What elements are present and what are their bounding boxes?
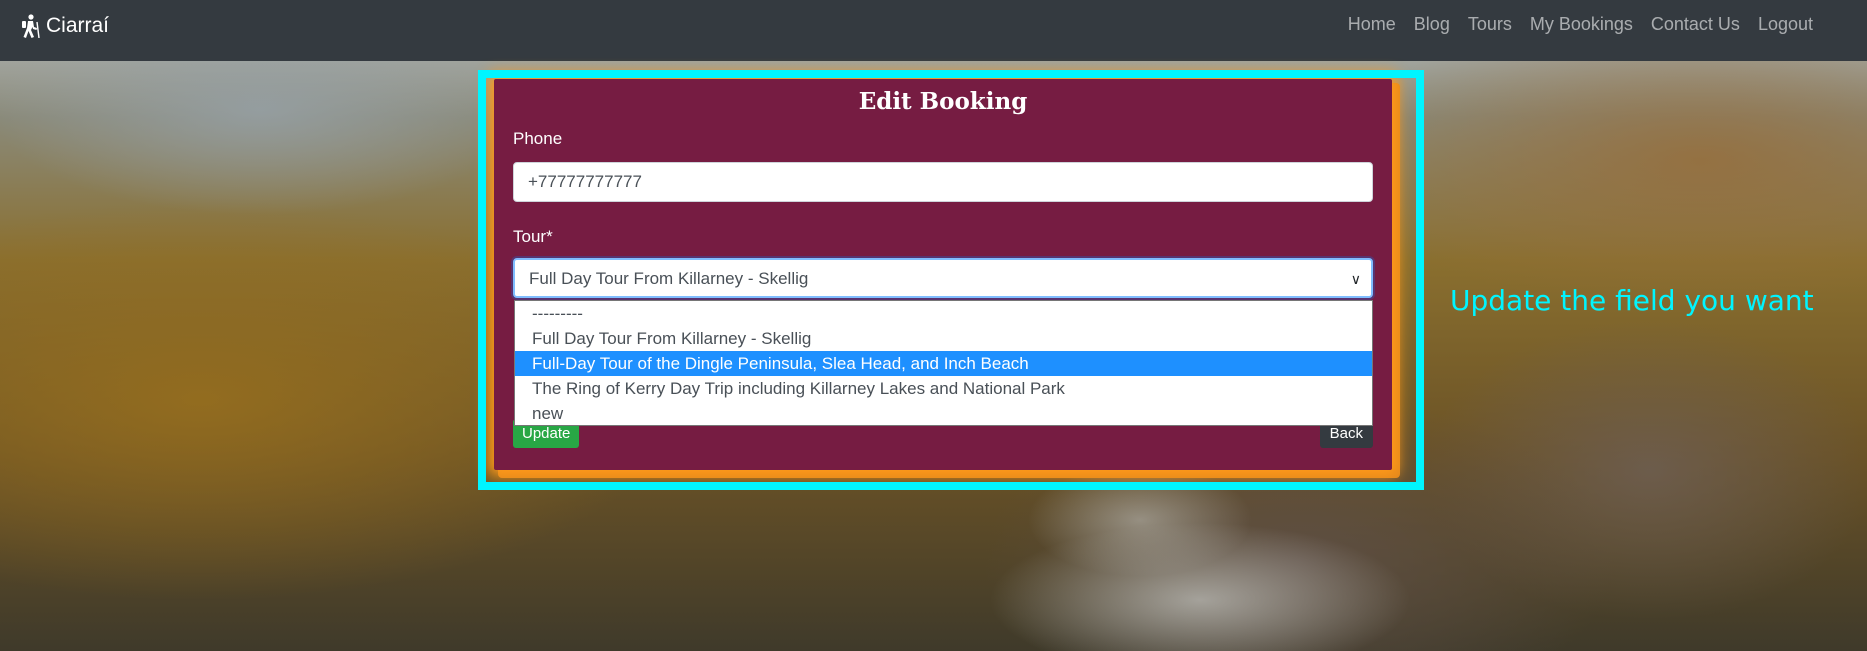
brand-text: Ciarraí xyxy=(46,14,110,37)
annotation-text: Update the field you want xyxy=(1450,284,1814,317)
nav-blog[interactable]: Blog xyxy=(1414,14,1450,35)
highlight-frame xyxy=(478,70,1424,490)
brand-link[interactable]: Ciarraí xyxy=(20,12,109,40)
navbar: Ciarraí Home Blog Tours My Bookings Cont… xyxy=(0,0,1867,61)
nav-tours[interactable]: Tours xyxy=(1468,14,1512,35)
hiking-icon xyxy=(22,14,40,38)
nav-home[interactable]: Home xyxy=(1348,14,1396,35)
nav-links: Home Blog Tours My Bookings Contact Us L… xyxy=(1348,14,1813,35)
nav-logout[interactable]: Logout xyxy=(1758,14,1813,35)
nav-contact-us[interactable]: Contact Us xyxy=(1651,14,1740,35)
nav-my-bookings[interactable]: My Bookings xyxy=(1530,14,1633,35)
